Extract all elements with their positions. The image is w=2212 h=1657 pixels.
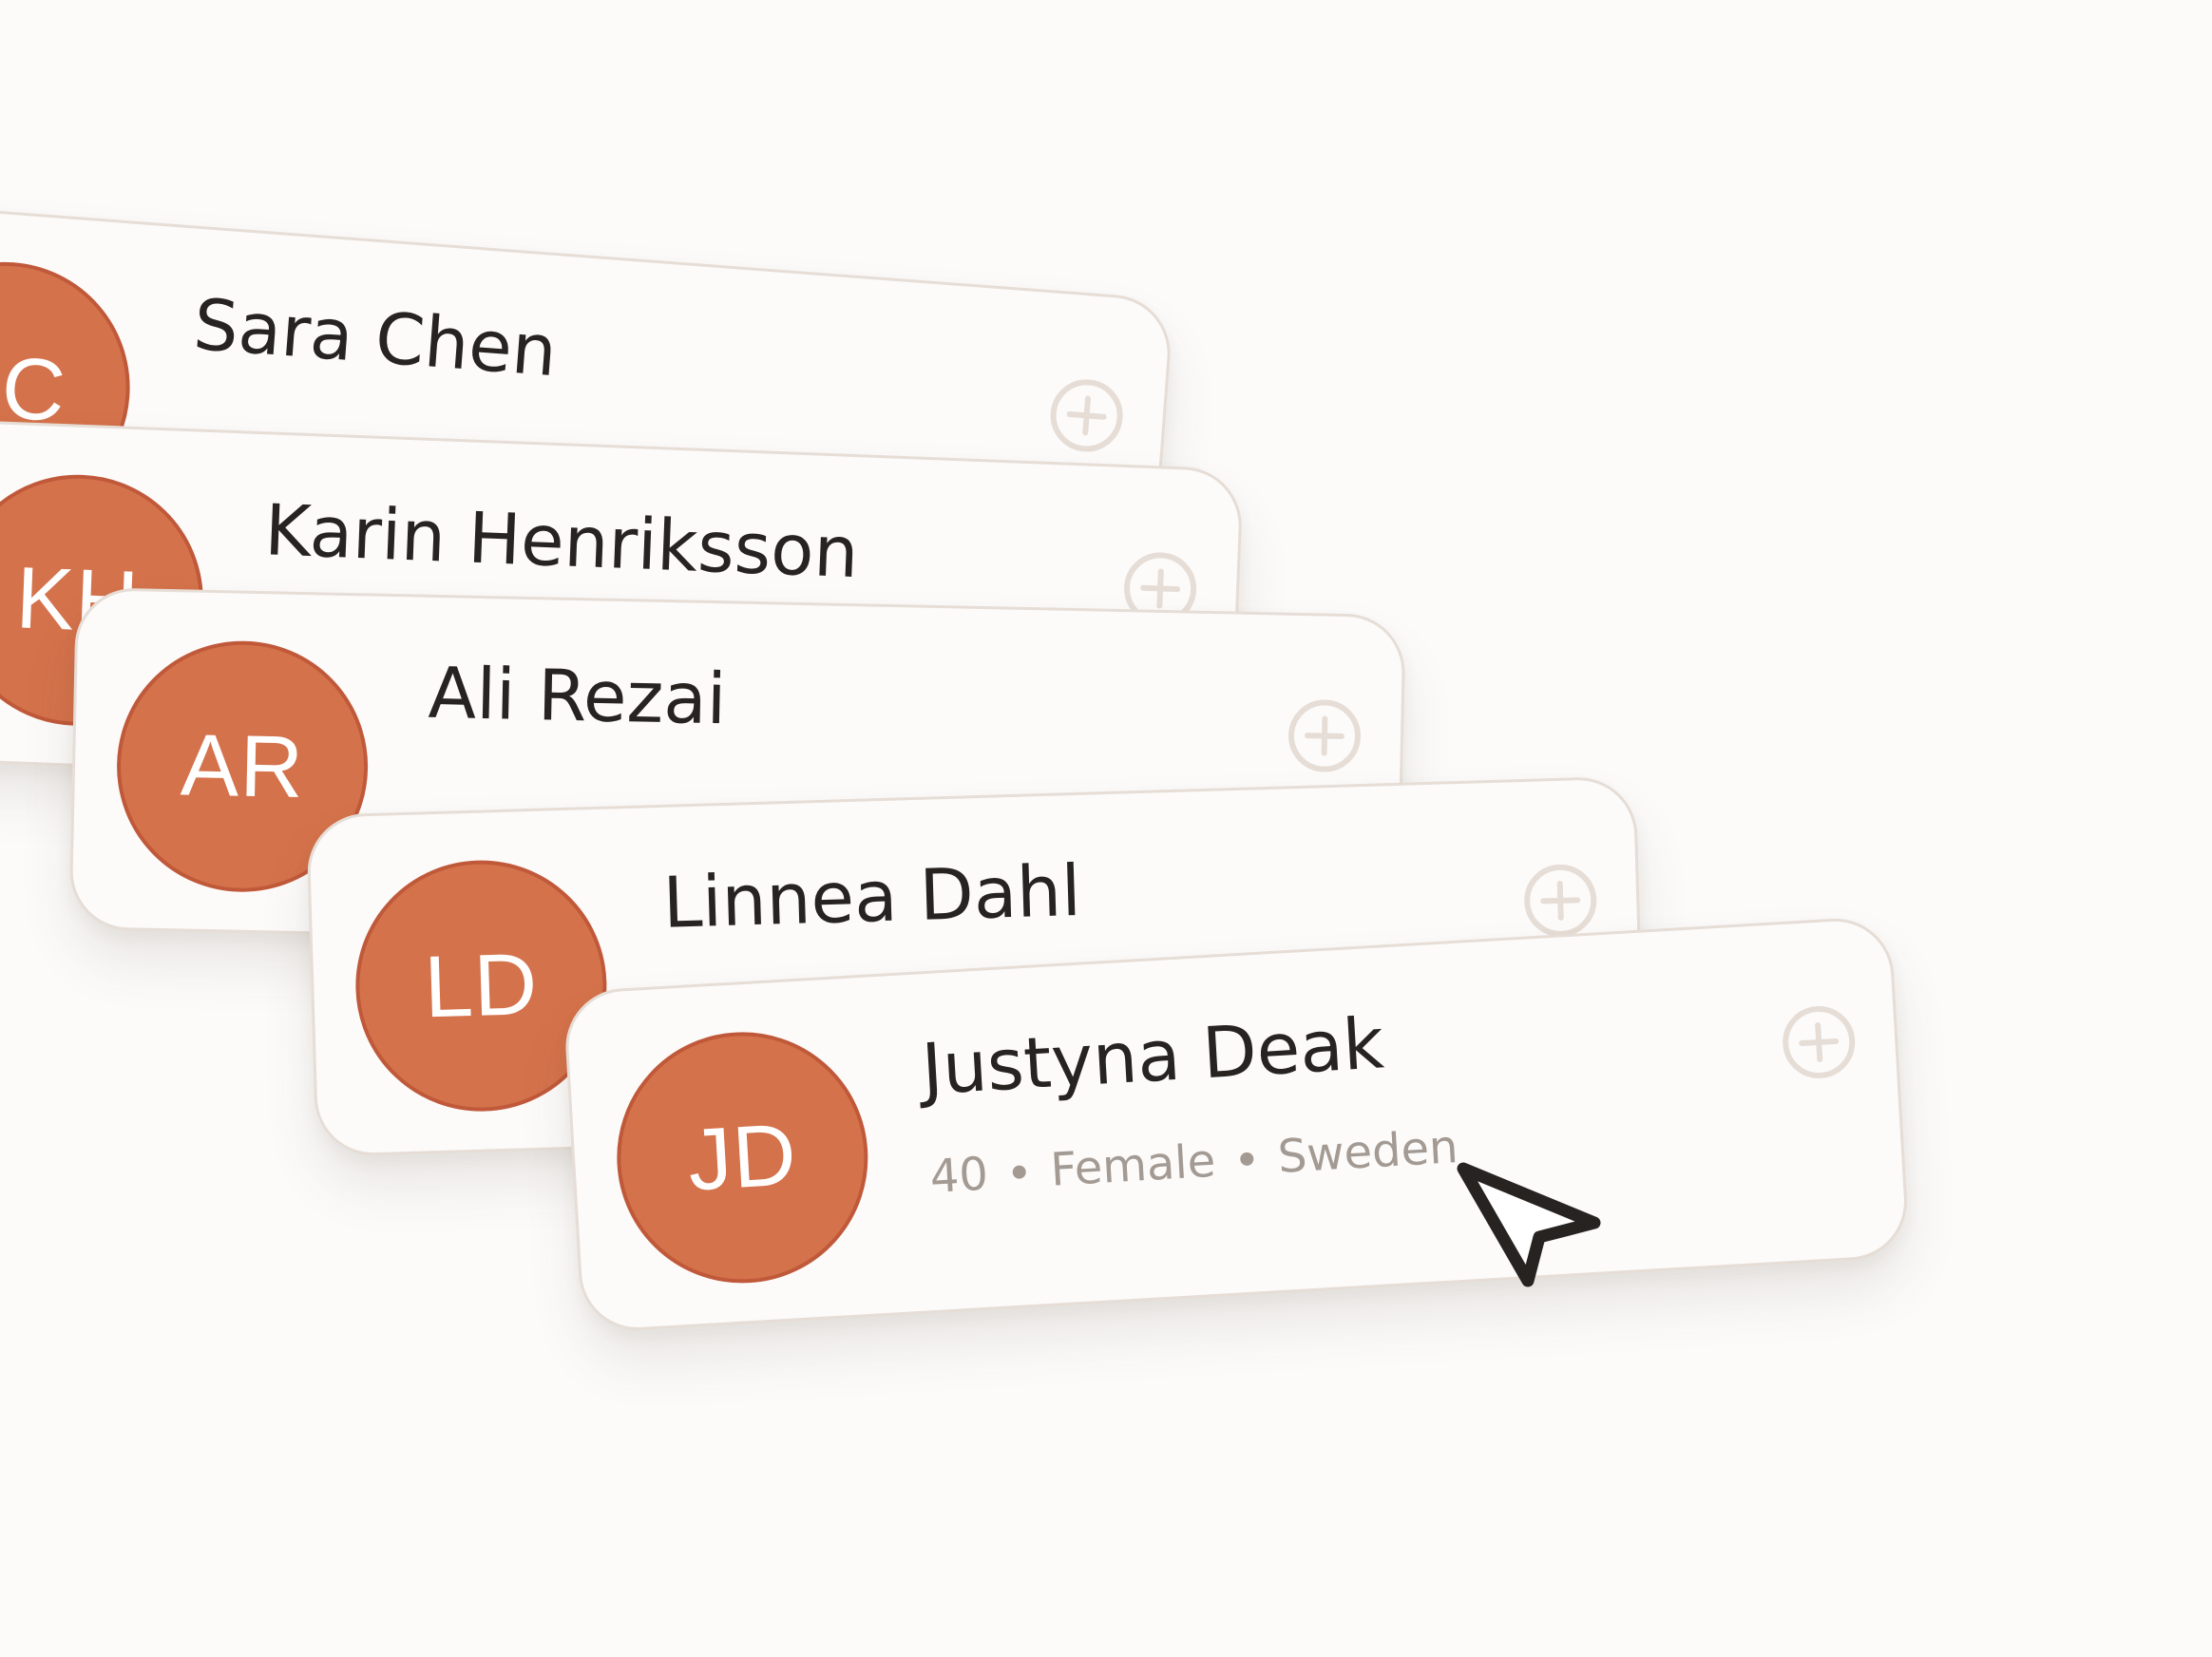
plus-circle-icon[interactable] xyxy=(1046,374,1128,456)
plus-circle-icon[interactable] xyxy=(1521,862,1599,940)
person-name: Karin Henriksson xyxy=(263,489,861,595)
people-card-stack: SC Sara Chen KH Karin Henriksson AR Ali … xyxy=(0,0,2212,1657)
person-name: Linnea Dahl xyxy=(661,849,1082,944)
person-age: 40 xyxy=(928,1147,990,1205)
person-country: Sweden xyxy=(1276,1120,1459,1184)
plus-circle-icon[interactable] xyxy=(1286,697,1363,775)
separator-dot xyxy=(1012,1165,1027,1180)
person-gender: Female xyxy=(1049,1133,1217,1197)
person-name: Justyna Deak xyxy=(919,1002,1386,1112)
person-name: Sara Chen xyxy=(190,283,560,393)
plus-circle-icon[interactable] xyxy=(1779,1002,1859,1082)
person-details: 40 Female Sweden xyxy=(928,1120,1459,1204)
mouse-pointer-icon xyxy=(1457,1162,1601,1287)
person-name: Ali Rezai xyxy=(427,652,728,741)
separator-dot xyxy=(1239,1152,1254,1167)
avatar: JD xyxy=(609,1025,875,1290)
